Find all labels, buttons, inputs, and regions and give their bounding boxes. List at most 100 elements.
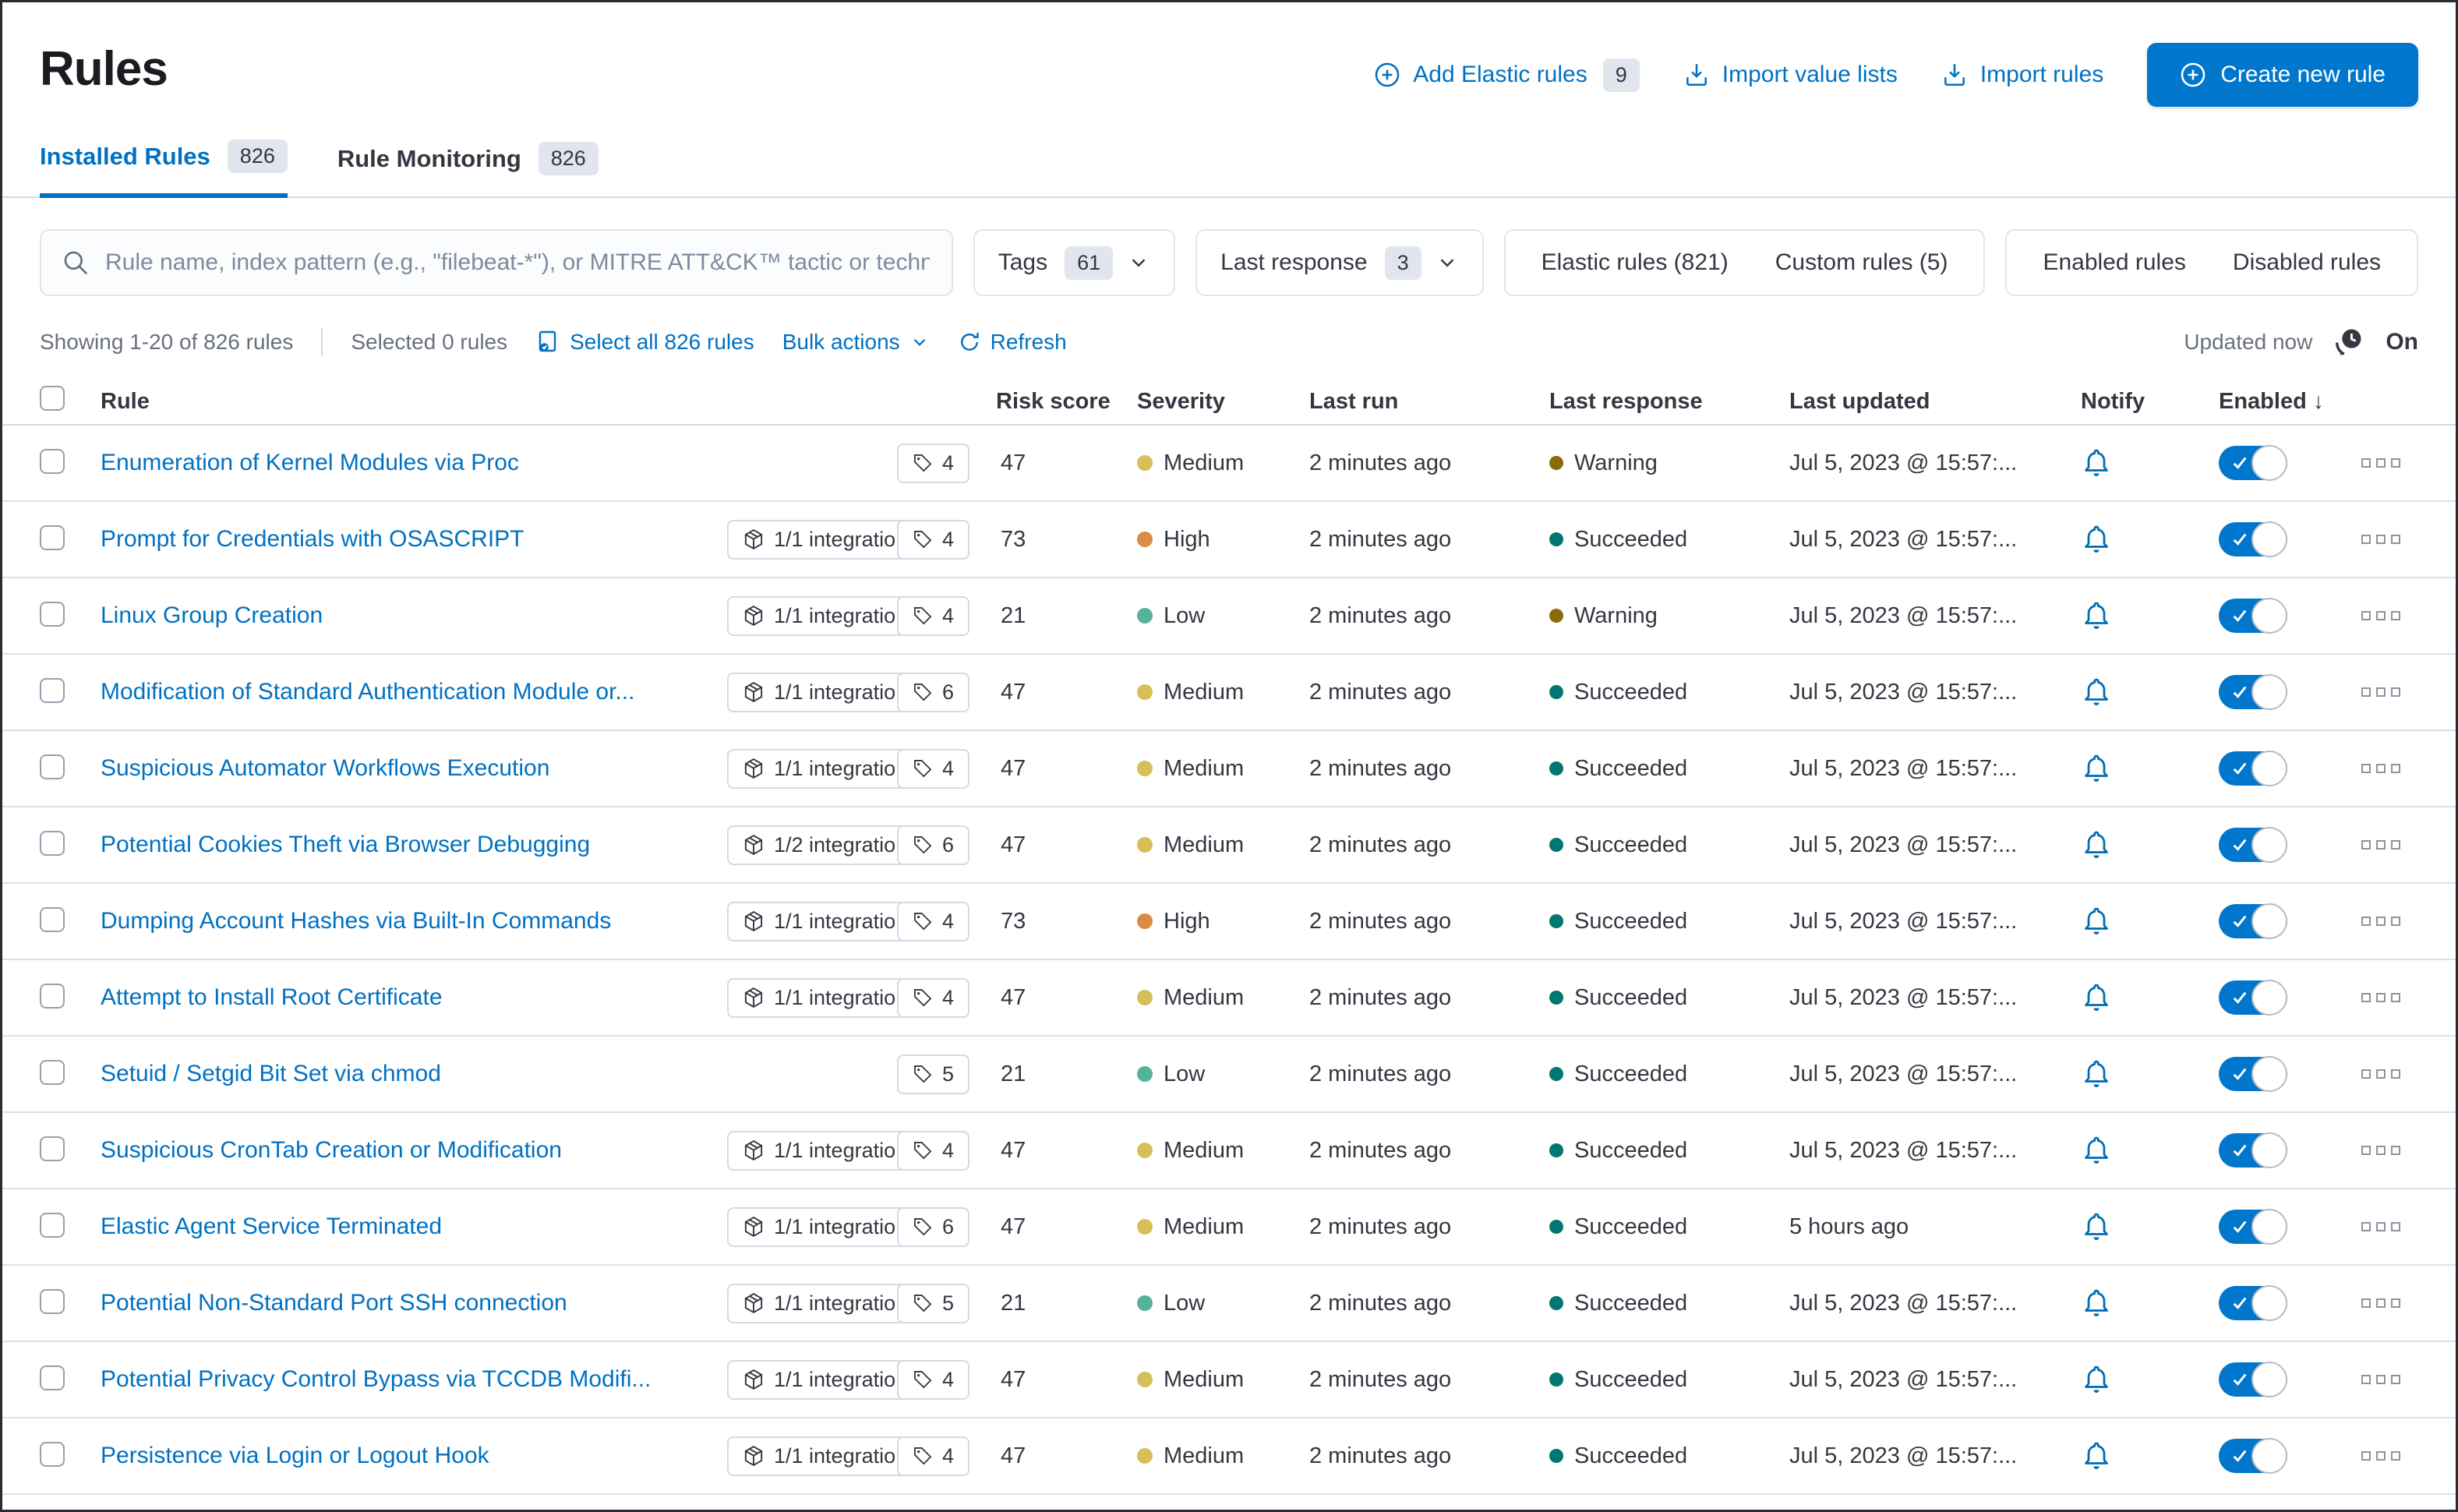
notify-bell-button[interactable] xyxy=(2067,1440,2219,1471)
row-actions-button[interactable] xyxy=(2343,687,2418,697)
create-new-rule-button[interactable]: Create new rule xyxy=(2147,43,2418,107)
enabled-toggle[interactable] xyxy=(2219,598,2287,634)
notify-bell-button[interactable] xyxy=(2067,1288,2219,1319)
import-value-lists-button[interactable]: Import value lists xyxy=(1683,62,1898,88)
tags-badge[interactable]: 4 xyxy=(896,595,969,636)
notify-bell-button[interactable] xyxy=(2067,677,2219,708)
tags-badge[interactable]: 4 xyxy=(896,443,969,483)
row-actions-button[interactable] xyxy=(2343,993,2418,1002)
rule-name-link[interactable]: Suspicious Automator Workflows Execution xyxy=(101,755,727,782)
tags-badge[interactable]: 4 xyxy=(896,748,969,789)
notify-bell-button[interactable] xyxy=(2067,1211,2219,1242)
row-checkbox[interactable] xyxy=(40,1441,65,1467)
select-all-button[interactable]: Select all 826 rules xyxy=(535,330,754,355)
enabled-toggle[interactable] xyxy=(2219,827,2287,863)
tags-badge[interactable]: 6 xyxy=(896,825,969,865)
tags-badge[interactable]: 4 xyxy=(896,977,969,1018)
row-actions-button[interactable] xyxy=(2343,764,2418,773)
enabled-toggle[interactable] xyxy=(2219,903,2287,939)
row-actions-button[interactable] xyxy=(2343,611,2418,620)
tags-badge[interactable]: 6 xyxy=(896,672,969,712)
column-header-rule[interactable]: Rule xyxy=(101,389,727,415)
enabled-toggle[interactable] xyxy=(2219,1438,2287,1474)
row-checkbox[interactable] xyxy=(40,601,65,627)
tags-badge[interactable]: 5 xyxy=(896,1054,969,1094)
notify-bell-button[interactable] xyxy=(2067,906,2219,937)
notify-bell-button[interactable] xyxy=(2067,1364,2219,1395)
enabled-toggle[interactable] xyxy=(2219,674,2287,710)
row-checkbox[interactable] xyxy=(40,983,65,1009)
row-actions-button[interactable] xyxy=(2343,840,2418,850)
tags-badge[interactable]: 6 xyxy=(896,1206,969,1247)
elastic-rules-filter[interactable]: Elastic rules (821) xyxy=(1518,249,1752,276)
row-actions-button[interactable] xyxy=(2343,1146,2418,1155)
enabled-toggle[interactable] xyxy=(2219,980,2287,1016)
notify-bell-button[interactable] xyxy=(2067,753,2219,784)
notify-bell-button[interactable] xyxy=(2067,447,2219,479)
auto-refresh-on-label[interactable]: On xyxy=(2386,329,2418,355)
row-actions-button[interactable] xyxy=(2343,917,2418,926)
bulk-actions-button[interactable]: Bulk actions xyxy=(782,330,930,355)
row-actions-button[interactable] xyxy=(2343,1069,2418,1079)
select-all-checkbox[interactable] xyxy=(40,386,65,411)
tab-installed-rules[interactable]: Installed Rules 826 xyxy=(40,140,288,198)
rule-name-link[interactable]: Linux Group Creation xyxy=(101,602,727,629)
enabled-toggle[interactable] xyxy=(2219,445,2287,481)
search-input[interactable] xyxy=(104,249,931,277)
tags-badge[interactable]: 4 xyxy=(896,901,969,941)
row-actions-button[interactable] xyxy=(2343,1375,2418,1384)
notify-bell-button[interactable] xyxy=(2067,982,2219,1013)
rule-name-link[interactable]: Dumping Account Hashes via Built-In Comm… xyxy=(101,908,727,934)
column-header-enabled[interactable]: Enabled ↓ xyxy=(2219,389,2343,415)
enabled-toggle[interactable] xyxy=(2219,1132,2287,1168)
import-rules-button[interactable]: Import rules xyxy=(1941,62,2103,88)
rule-name-link[interactable]: Suspicious CronTab Creation or Modificat… xyxy=(101,1137,727,1164)
column-header-last-updated[interactable]: Last updated xyxy=(1789,389,2067,415)
column-header-last-response[interactable]: Last response xyxy=(1549,389,1789,415)
add-elastic-rules-button[interactable]: Add Elastic rules 9 xyxy=(1374,58,1640,92)
row-checkbox[interactable] xyxy=(40,1288,65,1314)
rule-name-link[interactable]: Prompt for Credentials with OSASCRIPT xyxy=(101,526,727,553)
rule-name-link[interactable]: Enumeration of Kernel Modules via Proc xyxy=(101,450,727,476)
row-checkbox[interactable] xyxy=(40,525,65,550)
notify-bell-button[interactable] xyxy=(2067,829,2219,860)
row-actions-button[interactable] xyxy=(2343,535,2418,544)
enabled-rules-filter[interactable]: Enabled rules xyxy=(2019,249,2209,276)
rule-name-link[interactable]: Potential Non-Standard Port SSH connecti… xyxy=(101,1290,727,1316)
rule-name-link[interactable]: Attempt to Install Root Certificate xyxy=(101,984,727,1011)
notify-bell-button[interactable] xyxy=(2067,600,2219,631)
enabled-toggle[interactable] xyxy=(2219,1285,2287,1321)
rule-name-link[interactable]: Potential Privacy Control Bypass via TCC… xyxy=(101,1366,727,1393)
enabled-toggle[interactable] xyxy=(2219,1209,2287,1245)
row-checkbox[interactable] xyxy=(40,1365,65,1390)
custom-rules-filter[interactable]: Custom rules (5) xyxy=(1752,249,1972,276)
row-actions-button[interactable] xyxy=(2343,1222,2418,1231)
row-checkbox[interactable] xyxy=(40,677,65,703)
row-checkbox[interactable] xyxy=(40,448,65,474)
row-checkbox[interactable] xyxy=(40,830,65,856)
column-header-risk-score[interactable]: Risk score xyxy=(996,389,1137,415)
row-checkbox[interactable] xyxy=(40,754,65,779)
tags-badge[interactable]: 4 xyxy=(896,1130,969,1171)
notify-bell-button[interactable] xyxy=(2067,1135,2219,1166)
tags-badge[interactable]: 4 xyxy=(896,1436,969,1476)
row-actions-button[interactable] xyxy=(2343,1451,2418,1461)
tab-rule-monitoring[interactable]: Rule Monitoring 826 xyxy=(337,140,599,198)
refresh-button[interactable]: Refresh xyxy=(958,330,1067,355)
clock-refresh-icon[interactable] xyxy=(2333,326,2365,359)
rule-name-link[interactable]: Modification of Standard Authentication … xyxy=(101,679,727,705)
enabled-toggle[interactable] xyxy=(2219,1362,2287,1397)
enabled-toggle[interactable] xyxy=(2219,751,2287,786)
row-actions-button[interactable] xyxy=(2343,1298,2418,1308)
enabled-toggle[interactable] xyxy=(2219,521,2287,557)
column-header-last-run[interactable]: Last run xyxy=(1309,389,1549,415)
rule-name-link[interactable]: Setuid / Setgid Bit Set via chmod xyxy=(101,1061,727,1087)
disabled-rules-filter[interactable]: Disabled rules xyxy=(2209,249,2404,276)
tags-badge[interactable]: 4 xyxy=(896,1359,969,1400)
rule-name-link[interactable]: Potential Cookies Theft via Browser Debu… xyxy=(101,832,727,858)
row-checkbox[interactable] xyxy=(40,1212,65,1238)
tags-filter[interactable]: Tags 61 xyxy=(973,229,1176,296)
row-checkbox[interactable] xyxy=(40,1136,65,1161)
rule-name-link[interactable]: Elastic Agent Service Terminated xyxy=(101,1213,727,1240)
enabled-toggle[interactable] xyxy=(2219,1056,2287,1092)
